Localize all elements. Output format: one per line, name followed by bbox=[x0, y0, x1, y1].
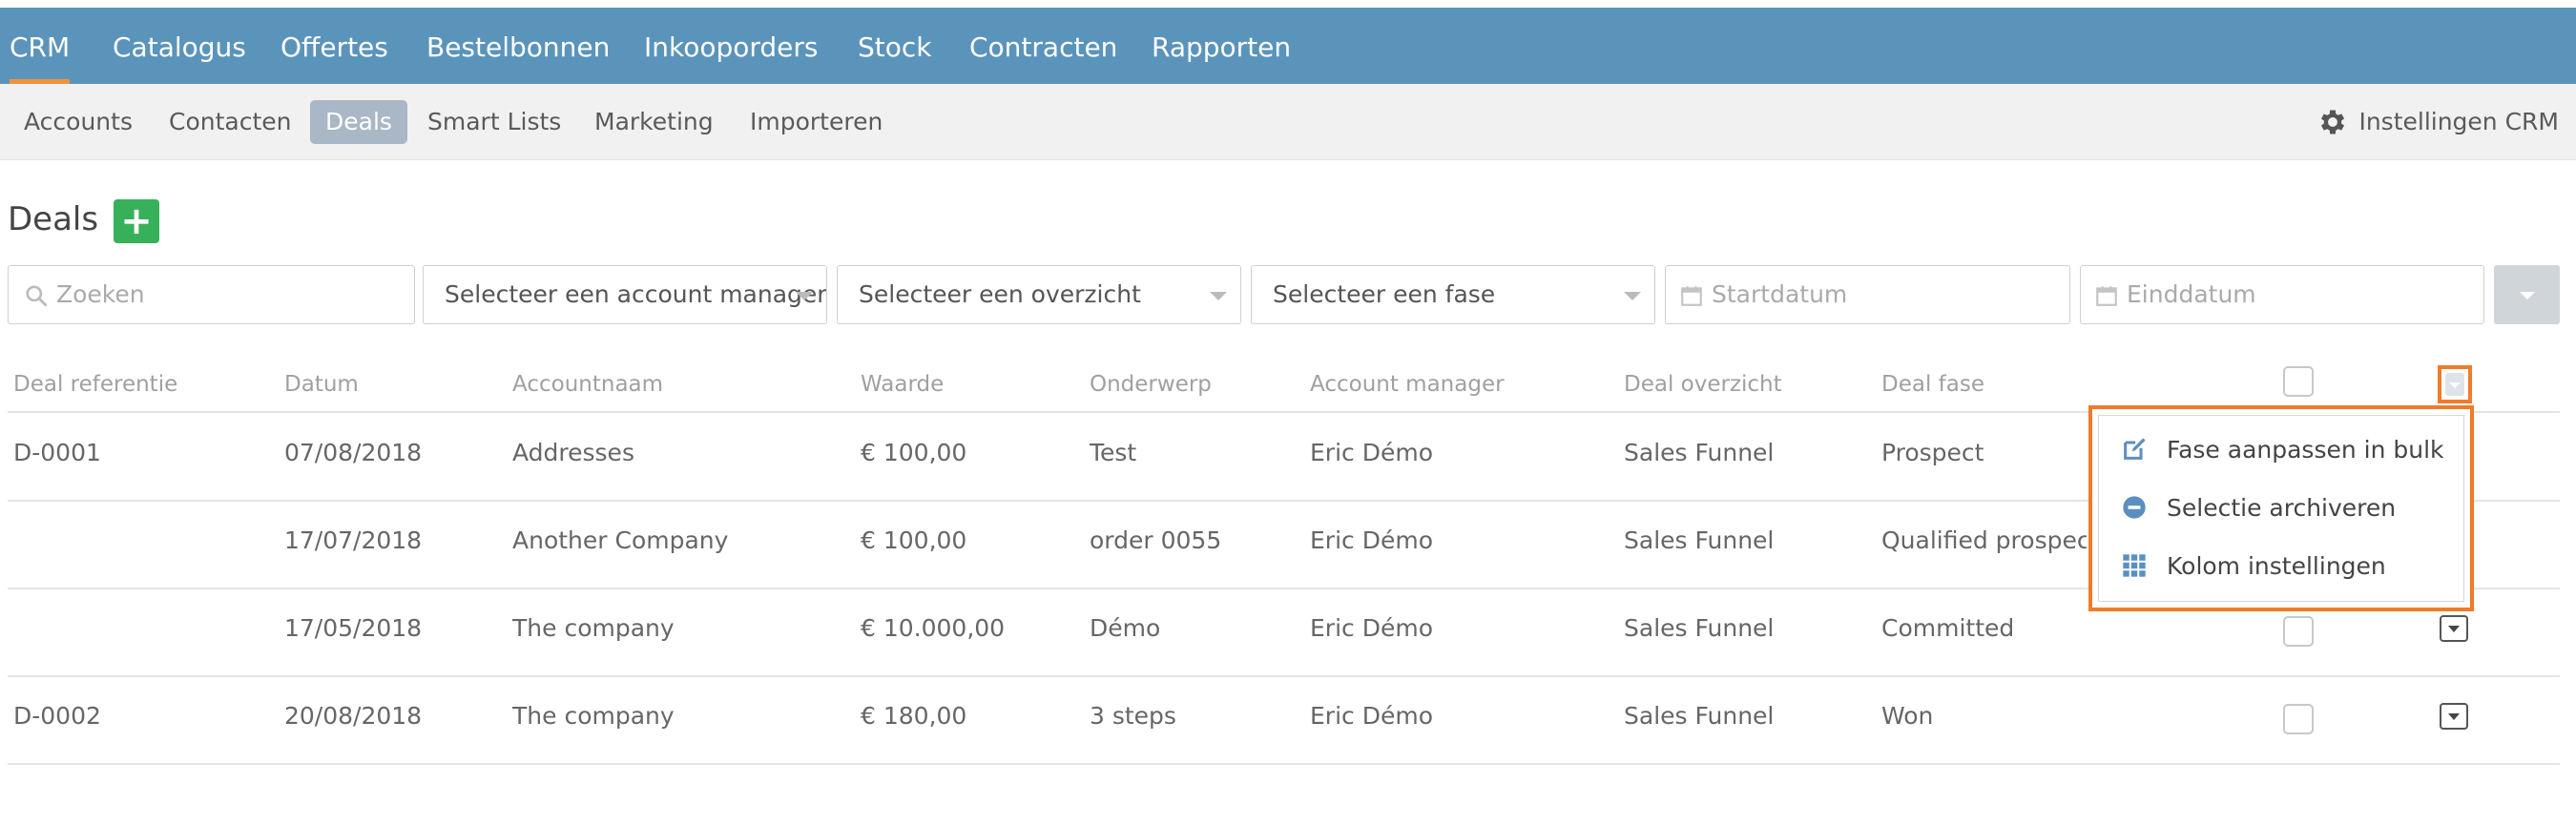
column-header-deal-referentie[interactable]: Deal referentie bbox=[13, 372, 177, 397]
row-divider bbox=[8, 675, 2560, 677]
end-date-input[interactable]: Einddatum bbox=[2080, 265, 2484, 324]
cell-accountnaam: The company bbox=[512, 702, 675, 730]
overview-select[interactable]: Selecteer een overzicht bbox=[837, 265, 1241, 324]
cell-datum: 17/07/2018 bbox=[284, 526, 423, 554]
topnav-bestelbonnen[interactable]: Bestelbonnen bbox=[426, 8, 610, 84]
cell-onderwerp: 3 steps bbox=[1090, 702, 1176, 730]
cell-accountnaam: Addresses bbox=[512, 439, 634, 466]
cell-deal-fase: Qualified prospect bbox=[1881, 526, 2087, 554]
subnav-accounts[interactable]: Accounts bbox=[24, 100, 133, 144]
phase-select[interactable]: Selecteer een fase bbox=[1251, 265, 1655, 324]
end-date-placeholder: Einddatum bbox=[2127, 280, 2256, 308]
chevron-down-icon bbox=[796, 292, 813, 300]
menu-item-label: Kolom instellingen bbox=[2167, 551, 2386, 580]
subnav-importeren[interactable]: Importeren bbox=[750, 100, 883, 144]
subnav-contacten[interactable]: Contacten bbox=[169, 100, 292, 144]
cell-deal-overzicht: Sales Funnel bbox=[1624, 702, 1775, 730]
cell-onderwerp: Test bbox=[1090, 439, 1137, 466]
cell-deal-overzicht: Sales Funnel bbox=[1624, 614, 1775, 642]
column-header-datum[interactable]: Datum bbox=[284, 372, 359, 397]
cell-waarde: € 100,00 bbox=[861, 526, 967, 554]
cell-deal-overzicht: Sales Funnel bbox=[1624, 439, 1775, 466]
topnav-stock[interactable]: Stock bbox=[858, 8, 932, 84]
topnav-rapporten[interactable]: Rapporten bbox=[1152, 8, 1291, 84]
row-divider bbox=[8, 763, 2560, 765]
settings-crm-label: Instellingen CRM bbox=[2358, 108, 2559, 135]
menu-item-fase-aanpassen[interactable]: Fase aanpassen in bulk bbox=[2121, 430, 2444, 468]
chevron-down-icon bbox=[2520, 292, 2535, 299]
topnav-crm[interactable]: CRM bbox=[10, 8, 71, 84]
topnav-inkooporders[interactable]: Inkooporders bbox=[644, 8, 819, 84]
chevron-down-icon bbox=[1210, 292, 1227, 300]
minus-circle-icon bbox=[2123, 496, 2146, 519]
start-date-placeholder: Startdatum bbox=[1712, 280, 1848, 308]
start-date-input[interactable]: Startdatum bbox=[1665, 265, 2070, 324]
row-checkbox[interactable] bbox=[2283, 704, 2314, 734]
cell-deal-overzicht: Sales Funnel bbox=[1624, 526, 1775, 554]
bulk-actions-button[interactable] bbox=[2438, 365, 2472, 403]
phase-select-value: Selecteer een fase bbox=[1273, 280, 1496, 308]
row-actions-button[interactable] bbox=[2440, 615, 2468, 642]
column-header-onderwerp[interactable]: Onderwerp bbox=[1090, 372, 1212, 397]
cell-account-manager: Eric Démo bbox=[1310, 439, 1433, 466]
chevron-down-icon bbox=[1624, 292, 1641, 300]
cell-deal-referentie: D-0002 bbox=[13, 702, 101, 730]
calendar-icon bbox=[2096, 286, 2117, 306]
plus-icon: + bbox=[120, 199, 153, 243]
topnav-contracten[interactable]: Contracten bbox=[969, 8, 1117, 84]
bulk-actions-menu: Fase aanpassen in bulk Selectie archiver… bbox=[2088, 405, 2474, 611]
menu-item-label: Fase aanpassen in bulk bbox=[2167, 435, 2444, 464]
cell-waarde: € 10.000,00 bbox=[861, 614, 1006, 642]
chevron-down-icon bbox=[2445, 373, 2464, 396]
edit-icon bbox=[2124, 438, 2146, 460]
column-header-account-manager[interactable]: Account manager bbox=[1310, 372, 1505, 397]
sub-navigation: Accounts Contacten Deals Smart Lists Mar… bbox=[0, 84, 2576, 160]
cell-account-manager: Eric Démo bbox=[1310, 614, 1433, 642]
settings-crm-link[interactable]: Instellingen CRM bbox=[2316, 100, 2559, 144]
subnav-deals[interactable]: Deals bbox=[310, 100, 407, 144]
cell-account-manager: Eric Démo bbox=[1310, 526, 1433, 554]
column-header-deal-overzicht[interactable]: Deal overzicht bbox=[1624, 372, 1782, 397]
cell-datum: 17/05/2018 bbox=[284, 614, 423, 642]
column-header-accountnaam[interactable]: Accountnaam bbox=[512, 372, 663, 397]
row-checkbox[interactable] bbox=[2283, 616, 2314, 647]
cell-deal-fase: Prospect bbox=[1881, 439, 1984, 466]
menu-item-selectie-archiveren[interactable]: Selectie archiveren bbox=[2121, 488, 2396, 526]
filter-options-button[interactable] bbox=[2494, 265, 2560, 324]
account-manager-select[interactable]: Selecteer een account manager bbox=[423, 265, 827, 324]
subnav-smart-lists[interactable]: Smart Lists bbox=[427, 100, 561, 144]
gear-icon bbox=[2321, 110, 2345, 134]
cell-datum: 20/08/2018 bbox=[284, 702, 423, 730]
page-title: Deals bbox=[8, 200, 99, 238]
cell-waarde: € 180,00 bbox=[861, 702, 967, 730]
overview-select-value: Selecteer een overzicht bbox=[859, 280, 1141, 308]
cell-deal-fase: Committed bbox=[1881, 614, 2015, 642]
search-input[interactable]: Zoeken bbox=[8, 265, 415, 324]
search-placeholder: Zoeken bbox=[56, 280, 145, 308]
subnav-marketing[interactable]: Marketing bbox=[594, 100, 714, 144]
cell-onderwerp: Démo bbox=[1090, 614, 1161, 642]
cell-deal-referentie: D-0001 bbox=[13, 439, 101, 466]
topnav-catalogus[interactable]: Catalogus bbox=[113, 8, 246, 84]
search-icon bbox=[26, 285, 48, 307]
topnav-offertes[interactable]: Offertes bbox=[280, 8, 388, 84]
menu-item-kolom-instellingen[interactable]: Kolom instellingen bbox=[2121, 547, 2386, 585]
row-actions-button[interactable] bbox=[2440, 703, 2468, 730]
cell-onderwerp: order 0055 bbox=[1090, 526, 1222, 554]
account-manager-select-value: Selecteer een account manager bbox=[445, 280, 827, 308]
column-header-deal-fase[interactable]: Deal fase bbox=[1881, 372, 1984, 397]
cell-account-manager: Eric Démo bbox=[1310, 702, 1433, 730]
cell-deal-fase: Won bbox=[1881, 702, 1934, 730]
grid-icon bbox=[2123, 554, 2146, 577]
cell-waarde: € 100,00 bbox=[861, 439, 967, 466]
top-navigation: CRM Catalogus Offertes Bestelbonnen Inko… bbox=[0, 8, 2576, 84]
cell-datum: 07/08/2018 bbox=[284, 439, 423, 466]
select-all-checkbox[interactable] bbox=[2283, 366, 2314, 397]
cell-accountnaam: Another Company bbox=[512, 526, 729, 554]
column-header-waarde[interactable]: Waarde bbox=[861, 372, 944, 397]
add-deal-button[interactable]: + bbox=[114, 199, 159, 243]
cell-accountnaam: The company bbox=[512, 614, 675, 642]
calendar-icon bbox=[1681, 286, 1702, 306]
menu-item-label: Selectie archiveren bbox=[2167, 493, 2397, 522]
